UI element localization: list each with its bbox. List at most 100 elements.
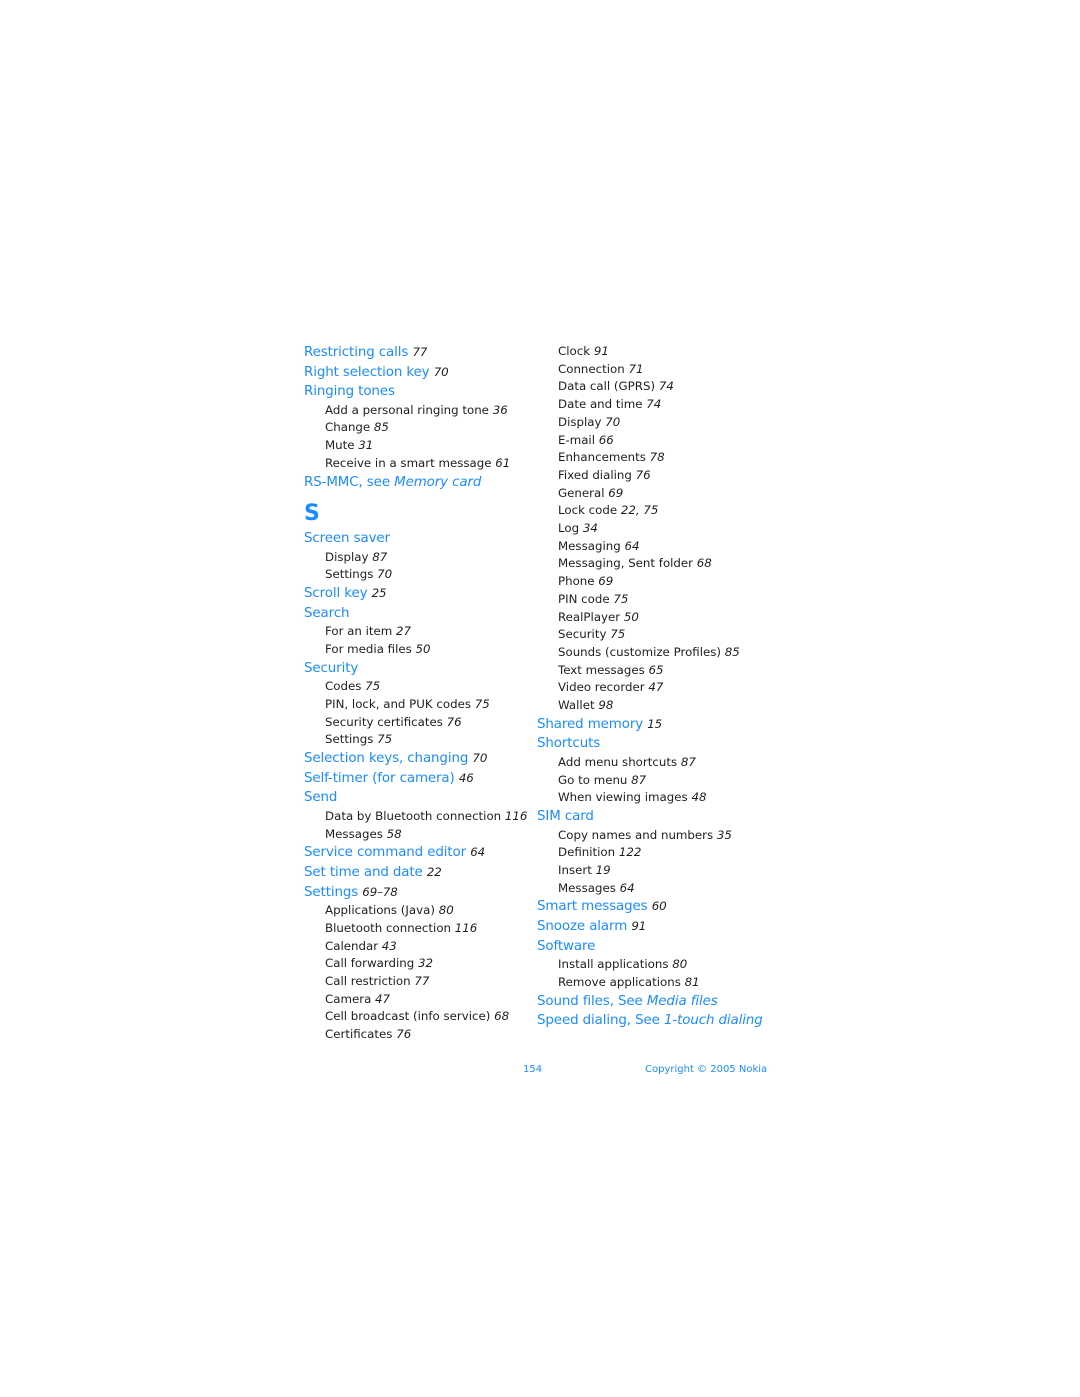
- page-reference[interactable]: 66: [599, 433, 614, 447]
- index-entry[interactable]: Speed dialing, See 1-touch dialing: [537, 1011, 777, 1031]
- page-reference[interactable]: 74: [659, 379, 674, 393]
- index-entry[interactable]: SIM card: [537, 807, 777, 827]
- index-entry[interactable]: Settings 69–78: [304, 883, 529, 903]
- page-reference[interactable]: 27: [396, 624, 411, 638]
- page-reference[interactable]: 81: [685, 975, 700, 989]
- page-reference[interactable]: 70: [605, 415, 620, 429]
- page-reference[interactable]: 75: [613, 592, 628, 606]
- page-reference[interactable]: 48: [691, 790, 706, 804]
- page-reference[interactable]: 98: [598, 698, 613, 712]
- index-entry[interactable]: Ringing tones: [304, 382, 529, 402]
- page-reference[interactable]: 87: [681, 755, 696, 769]
- page-reference[interactable]: 76: [396, 1027, 411, 1041]
- entry-term[interactable]: Snooze alarm: [537, 919, 627, 934]
- entry-term[interactable]: Send: [304, 790, 337, 805]
- index-entry[interactable]: Scroll key 25: [304, 584, 529, 604]
- index-entry[interactable]: Sound files, See Media files: [537, 992, 777, 1012]
- index-entry[interactable]: Service command editor 64: [304, 843, 529, 863]
- entry-term[interactable]: Shortcuts: [537, 736, 600, 751]
- page-reference[interactable]: 60: [652, 899, 667, 913]
- index-entry[interactable]: Set time and date 22: [304, 863, 529, 883]
- entry-term[interactable]: SIM card: [537, 809, 594, 824]
- page-reference[interactable]: 77: [414, 974, 429, 988]
- entry-term[interactable]: Search: [304, 606, 350, 621]
- index-entry[interactable]: Restricting calls 77: [304, 343, 529, 363]
- page-reference[interactable]: 35: [717, 828, 732, 842]
- page-reference[interactable]: 69: [598, 574, 613, 588]
- page-reference[interactable]: 64: [624, 539, 639, 553]
- entry-term[interactable]: Self-timer (for camera): [304, 771, 455, 786]
- page-reference[interactable]: 91: [594, 344, 609, 358]
- page-reference[interactable]: 36: [493, 403, 508, 417]
- entry-term[interactable]: Speed dialing, See: [537, 1013, 664, 1028]
- page-reference[interactable]: 25: [372, 586, 387, 600]
- page-reference[interactable]: 70: [434, 365, 449, 379]
- index-entry[interactable]: Smart messages 60: [537, 897, 777, 917]
- index-entry[interactable]: Shared memory 15: [537, 715, 777, 735]
- page-reference[interactable]: 34: [583, 521, 598, 535]
- page-reference[interactable]: 47: [648, 680, 663, 694]
- page-reference[interactable]: 65: [649, 663, 664, 677]
- page-reference[interactable]: 70: [377, 567, 392, 581]
- page-reference[interactable]: 50: [416, 642, 431, 656]
- cross-reference[interactable]: Media files: [647, 994, 718, 1009]
- page-reference[interactable]: 122: [619, 845, 642, 859]
- page-reference[interactable]: 68: [494, 1009, 509, 1023]
- index-entry[interactable]: Self-timer (for camera) 46: [304, 769, 529, 789]
- entry-term[interactable]: Smart messages: [537, 899, 648, 914]
- page-reference[interactable]: 43: [382, 939, 397, 953]
- page-reference[interactable]: 80: [439, 903, 454, 917]
- page-reference[interactable]: 71: [629, 362, 644, 376]
- page-reference[interactable]: 19: [596, 863, 611, 877]
- index-entry[interactable]: RS-MMC, see Memory card: [304, 473, 529, 493]
- page-reference[interactable]: 64: [620, 881, 635, 895]
- page-reference[interactable]: 22, 75: [621, 503, 659, 517]
- page-reference[interactable]: 50: [624, 610, 639, 624]
- entry-term[interactable]: Service command editor: [304, 845, 466, 860]
- entry-term[interactable]: Sound files, See: [537, 994, 647, 1009]
- entry-term[interactable]: Set time and date: [304, 865, 423, 880]
- page-reference[interactable]: 74: [646, 397, 661, 411]
- page-reference[interactable]: 75: [377, 732, 392, 746]
- page-reference[interactable]: 87: [372, 550, 387, 564]
- index-entry[interactable]: Send: [304, 788, 529, 808]
- page-reference[interactable]: 116: [505, 809, 528, 823]
- index-entry[interactable]: Screen saver: [304, 529, 529, 549]
- entry-term[interactable]: Shared memory: [537, 717, 643, 732]
- index-entry[interactable]: Software: [537, 937, 777, 957]
- page-reference[interactable]: 85: [725, 645, 740, 659]
- page-reference[interactable]: 64: [470, 845, 485, 859]
- page-reference[interactable]: 46: [459, 771, 474, 785]
- page-reference[interactable]: 91: [631, 919, 646, 933]
- index-entry[interactable]: Right selection key 70: [304, 363, 529, 383]
- cross-reference[interactable]: Memory card: [394, 475, 481, 490]
- entry-term[interactable]: Right selection key: [304, 365, 430, 380]
- page-reference[interactable]: 61: [495, 456, 510, 470]
- page-reference[interactable]: 116: [455, 921, 478, 935]
- entry-term[interactable]: Software: [537, 939, 595, 954]
- page-reference[interactable]: 85: [374, 420, 389, 434]
- index-entry[interactable]: Shortcuts: [537, 734, 777, 754]
- page-reference[interactable]: 80: [672, 957, 687, 971]
- page-reference[interactable]: 69: [608, 486, 623, 500]
- cross-reference[interactable]: 1-touch dialing: [664, 1013, 763, 1028]
- page-reference[interactable]: 68: [697, 556, 712, 570]
- entry-term[interactable]: Security: [304, 661, 358, 676]
- page-reference[interactable]: 32: [418, 956, 433, 970]
- page-reference[interactable]: 77: [412, 345, 427, 359]
- page-reference[interactable]: 75: [365, 679, 380, 693]
- page-reference[interactable]: 31: [358, 438, 373, 452]
- index-entry[interactable]: Snooze alarm 91: [537, 917, 777, 937]
- page-reference[interactable]: 76: [447, 715, 462, 729]
- entry-term[interactable]: Restricting calls: [304, 345, 408, 360]
- page-reference[interactable]: 69–78: [362, 885, 398, 899]
- page-reference[interactable]: 47: [375, 992, 390, 1006]
- page-reference[interactable]: 15: [647, 717, 662, 731]
- entry-term[interactable]: Ringing tones: [304, 384, 395, 399]
- index-entry[interactable]: Search: [304, 604, 529, 624]
- page-reference[interactable]: 75: [475, 697, 490, 711]
- entry-term[interactable]: Scroll key: [304, 586, 368, 601]
- entry-term[interactable]: Screen saver: [304, 531, 390, 546]
- entry-term[interactable]: Settings: [304, 885, 358, 900]
- page-reference[interactable]: 22: [427, 865, 442, 879]
